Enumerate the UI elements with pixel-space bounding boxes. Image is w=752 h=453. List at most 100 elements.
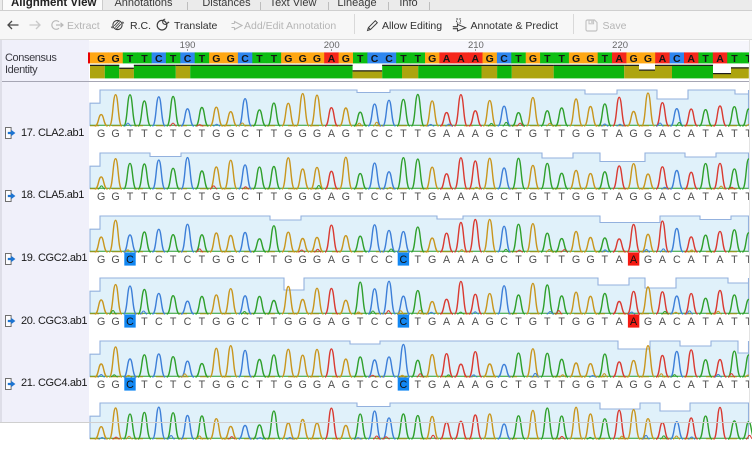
svg-text:T: T (515, 316, 522, 328)
svg-text:A: A (688, 316, 696, 328)
svg-text:G: G (342, 253, 350, 265)
svg-text:G: G (529, 253, 537, 265)
svg-text:G: G (529, 316, 537, 328)
svg-text:C: C (241, 316, 249, 328)
svg-text:T: T (602, 379, 609, 391)
svg-text:A: A (472, 316, 480, 328)
svg-text:C: C (385, 253, 393, 265)
svg-text:A: A (687, 53, 695, 65)
svg-text:G: G (97, 379, 105, 391)
svg-text:C: C (184, 53, 192, 65)
svg-text:G: G (486, 316, 494, 328)
svg-text:T: T (415, 128, 422, 140)
svg-text:A: A (630, 316, 638, 328)
svg-text:T: T (400, 128, 407, 140)
svg-text:T: T (357, 128, 364, 140)
svg-text:T: T (170, 53, 177, 65)
svg-text:C: C (126, 253, 134, 265)
svg-text:T: T (544, 253, 551, 265)
svg-text:A: A (472, 53, 480, 65)
svg-text:A: A (443, 128, 451, 140)
svg-text:T: T (544, 191, 551, 203)
svg-text:G: G (586, 316, 594, 328)
svg-text:C: C (241, 128, 249, 140)
svg-text:T: T (702, 316, 709, 328)
svg-text:G: G (586, 379, 594, 391)
svg-text:G: G (644, 191, 652, 203)
svg-text:T: T (602, 253, 609, 265)
svg-text:T: T (271, 253, 278, 265)
svg-text:T: T (170, 191, 177, 203)
svg-text:T: T (141, 316, 148, 328)
svg-text:G: G (111, 253, 119, 265)
svg-text:G: G (111, 191, 119, 203)
svg-text:G: G (299, 191, 307, 203)
svg-text:G: G (212, 316, 220, 328)
svg-text:A: A (457, 53, 465, 65)
svg-text:G: G (97, 53, 105, 65)
svg-text:G: G (97, 316, 105, 328)
svg-text:G: G (572, 53, 580, 65)
svg-text:A: A (716, 191, 724, 203)
svg-text:T: T (515, 128, 522, 140)
svg-text:G: G (572, 253, 580, 265)
svg-text:A: A (328, 128, 336, 140)
svg-text:T: T (127, 128, 134, 140)
svg-text:A: A (716, 316, 724, 328)
svg-text:G: G (97, 191, 105, 203)
svg-text:A: A (472, 128, 480, 140)
svg-text:G: G (428, 53, 436, 65)
svg-text:G: G (313, 379, 321, 391)
svg-text:T: T (199, 191, 206, 203)
svg-text:G: G (529, 128, 537, 140)
svg-text:T: T (515, 379, 522, 391)
svg-text:G: G (486, 379, 494, 391)
svg-text:C: C (155, 191, 163, 203)
svg-text:G: G (313, 53, 321, 65)
svg-text:G: G (572, 379, 580, 391)
svg-text:C: C (400, 316, 408, 328)
svg-text:C: C (126, 379, 134, 391)
svg-text:T: T (199, 316, 206, 328)
svg-text:A: A (716, 379, 724, 391)
svg-text:G: G (428, 191, 436, 203)
svg-text:T: T (602, 128, 609, 140)
svg-text:A: A (688, 253, 696, 265)
svg-text:A: A (457, 191, 465, 203)
svg-text:T: T (357, 316, 364, 328)
svg-text:T: T (415, 191, 422, 203)
svg-text:G: G (428, 128, 436, 140)
svg-text:A: A (659, 379, 667, 391)
svg-text:T: T (141, 128, 148, 140)
svg-text:A: A (472, 191, 480, 203)
svg-text:T: T (170, 316, 177, 328)
svg-text:T: T (271, 379, 278, 391)
svg-text:T: T (199, 253, 206, 265)
svg-text:G: G (572, 191, 580, 203)
svg-text:A: A (716, 253, 724, 265)
svg-text:C: C (385, 316, 393, 328)
svg-text:C: C (241, 379, 249, 391)
svg-text:C: C (500, 379, 508, 391)
svg-text:C: C (500, 53, 508, 65)
svg-text:A: A (328, 379, 336, 391)
svg-text:A: A (616, 191, 624, 203)
svg-text:G: G (227, 53, 235, 65)
svg-text:G: G (644, 316, 652, 328)
svg-text:G: G (284, 191, 292, 203)
svg-text:G: G (529, 379, 537, 391)
svg-text:T: T (731, 53, 738, 65)
svg-text:T: T (602, 191, 609, 203)
svg-text:A: A (328, 53, 336, 65)
svg-text:A: A (472, 253, 480, 265)
svg-text:T: T (256, 316, 263, 328)
svg-text:T: T (199, 53, 206, 65)
svg-text:A: A (688, 191, 696, 203)
svg-text:C: C (155, 253, 163, 265)
svg-text:A: A (328, 191, 336, 203)
svg-text:T: T (415, 53, 422, 65)
svg-text:G: G (629, 379, 637, 391)
svg-text:G: G (212, 191, 220, 203)
svg-text:G: G (342, 316, 350, 328)
svg-text:G: G (111, 379, 119, 391)
